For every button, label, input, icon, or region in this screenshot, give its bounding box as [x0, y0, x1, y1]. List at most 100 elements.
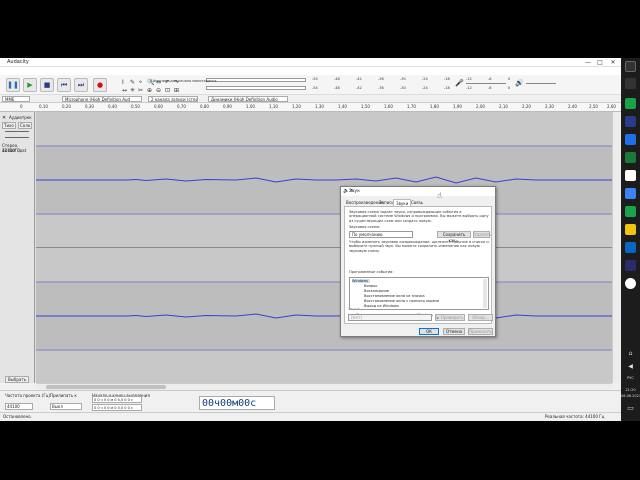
mouse-cursor-icon: ☝ — [437, 191, 442, 200]
skip-to-end-button[interactable]: ⏭ — [74, 78, 88, 92]
minimize-button[interactable]: — — [583, 59, 593, 66]
sound-dialog: 🔈 Звук ✕ Воспроизведение Запись Звуки Св… — [340, 186, 496, 337]
app-icon-2[interactable] — [625, 170, 636, 181]
list-item[interactable]: Windows — [352, 279, 371, 283]
apply-button[interactable]: Применить — [468, 328, 493, 335]
play-button[interactable]: ▶ — [23, 78, 37, 92]
skip-to-start-button[interactable]: ⏮ — [57, 78, 71, 92]
waveform-svg — [36, 112, 612, 383]
events-scrollbar[interactable] — [483, 279, 487, 308]
audacity-icon[interactable] — [625, 278, 636, 289]
stop-button[interactable]: ■ — [40, 78, 54, 92]
list-item[interactable]: Восклицание — [364, 289, 389, 293]
track-close-icon[interactable]: ✕ — [2, 115, 6, 121]
selection-end-input[interactable]: 0 0 ч 0 0 м 0 0,0 0 0 с — [92, 404, 142, 411]
selection-toolbar: Частота проекта (Гц) 44100 Прилипать к В… — [0, 390, 621, 412]
mute-button[interactable]: Тихо — [2, 122, 16, 129]
svg-text:✳: ✳ — [130, 87, 135, 93]
app-icon-4[interactable] — [625, 206, 636, 217]
app-icon-6[interactable] — [625, 260, 636, 271]
track-bitdepth-info: 32-бит float — [2, 148, 27, 153]
title-bar: Audacity — □ ✕ — [0, 58, 621, 67]
status-bar: Остановлено. Реальная частота: 44100 Гц — [0, 412, 621, 421]
recording-device-select[interactable]: Microphone (High Definition Aud — [62, 96, 142, 102]
taskbar: ⌂ ◀ РУС 21:20 06.06.2021 ▭ — [621, 58, 640, 421]
excel-icon[interactable] — [625, 152, 636, 163]
recording-channels-select[interactable]: 2 канала записи (стерео) — [148, 96, 198, 102]
gain-slider[interactable] — [5, 131, 29, 132]
search-icon[interactable] — [625, 78, 636, 89]
playback-meter-scale: -54 -48 -42 -36 -30 -24 -18 -12 -6 0 — [312, 86, 511, 90]
whatsapp-icon[interactable] — [625, 98, 636, 109]
actual-rate-text: Реальная частота: 44100 Гц — [545, 414, 605, 419]
pause-button[interactable]: ❚❚ — [6, 78, 20, 92]
delete-scheme-button[interactable]: Удалить — [473, 231, 492, 238]
maximize-button[interactable]: □ — [595, 59, 605, 66]
notification-icon[interactable]: ▭ — [625, 404, 636, 415]
transport-toolbar: ❚❚ ▶ ■ ⏮ ⏭ ● I ✎ ⚬ ↔ ✳ ✂ 🔍 ⇔ ↶ ↷ ⊕ ⊖ ⊡ ⊞ Щёлкните … — [0, 75, 621, 95]
browse-button[interactable]: Обзор... — [468, 314, 493, 321]
playback-meter[interactable] — [206, 86, 306, 90]
svg-text:⊖: ⊖ — [156, 87, 161, 93]
scheme-intro-text: Звуковая схема задает звуки, сопровождаю… — [349, 210, 489, 223]
program-events-list[interactable]: Windows Вопрос Восклицание Восстановлени… — [349, 277, 489, 310]
record-meter[interactable] — [206, 78, 306, 82]
dialog-title-bar: 🔈 Звук ✕ — [341, 187, 495, 196]
selection-start-input[interactable]: 0 0 ч 0 0 м 0 0,0 0 0 с — [92, 396, 142, 403]
solo-button[interactable]: Соло — [18, 122, 33, 129]
cancel-button[interactable]: Отмена — [443, 328, 465, 335]
svg-text:✂: ✂ — [138, 87, 143, 93]
events-label: Программные события: — [349, 270, 394, 274]
svg-text:⚬: ⚬ — [138, 79, 143, 86]
timeline-ruler[interactable]: 0 0,10 0,20 0,30 0,40 0,50 0,60 0,70 0,8… — [0, 103, 621, 112]
svg-text:⊡: ⊡ — [165, 87, 170, 93]
app-icon-3[interactable] — [625, 188, 636, 199]
pan-slider[interactable] — [5, 137, 29, 138]
device-toolbar: MME Microphone (High Definition Aud 2 ка… — [0, 95, 621, 103]
tab-communications[interactable]: Связь — [409, 199, 425, 206]
audio-host-select[interactable]: MME — [2, 96, 30, 102]
test-sound-button[interactable]: ▶ Проверить — [435, 314, 465, 321]
dialog-close-icon[interactable]: ✕ — [349, 189, 492, 194]
list-item[interactable]: Восстановление окна с полного экрана — [364, 299, 439, 303]
list-item[interactable]: Вопрос — [364, 284, 377, 288]
network-icon[interactable]: ⌂ — [625, 350, 636, 361]
start-icon[interactable] — [625, 61, 636, 72]
audacity-window: Audacity — □ ✕ Файл Правка Выделить Вид … — [0, 58, 621, 421]
volume-icon[interactable]: ◀ — [625, 363, 636, 374]
language-indicator[interactable]: РУС — [621, 376, 640, 380]
project-rate-label: Частота проекта (Гц) — [5, 393, 51, 398]
playback-volume-slider[interactable] — [526, 83, 556, 84]
horizontal-scroll-thumb[interactable] — [46, 385, 166, 389]
svg-text:⊕: ⊕ — [147, 87, 152, 93]
folder-icon[interactable] — [625, 224, 636, 235]
horizontal-scrollbar[interactable] — [36, 383, 612, 390]
vertical-scrollbar[interactable] — [612, 112, 621, 383]
sound-scheme-select[interactable]: По умолчанию — [349, 231, 413, 238]
close-button[interactable]: ✕ — [608, 59, 618, 66]
ok-button[interactable]: ОК — [419, 328, 439, 335]
scheme-hint-text: Чтобы изменить звуковое сопровождение, щ… — [349, 240, 489, 253]
window-title: Audacity — [7, 59, 29, 65]
sound-file-select[interactable]: (Нет) — [348, 314, 432, 321]
snap-label: Прилипать к — [50, 393, 77, 398]
app-icon-5[interactable] — [625, 242, 636, 253]
record-meter-label: Щёлкните для начала мониторинга — [150, 79, 217, 83]
playback-device-select[interactable]: Динамики (High Definition Audio — [208, 96, 288, 102]
save-as-button[interactable]: Сохранить как... — [437, 231, 471, 243]
snap-select[interactable]: Выкл — [50, 403, 82, 410]
select-track-button[interactable]: Выбрать — [5, 376, 30, 383]
track-name[interactable]: Аудиотрек — [9, 115, 32, 120]
waveform-area[interactable] — [36, 112, 612, 383]
project-rate-select[interactable]: 44100 — [5, 403, 33, 410]
audio-position-display[interactable]: 00ч00м00с — [199, 396, 275, 410]
record-button[interactable]: ● — [93, 78, 107, 92]
record-volume-slider[interactable] — [466, 83, 506, 84]
app-icon[interactable] — [625, 116, 636, 127]
browser-icon[interactable] — [625, 134, 636, 145]
clock-time[interactable]: 21:20 — [621, 388, 640, 392]
screen: Audacity — □ ✕ Файл Правка Выделить Вид … — [0, 0, 640, 480]
list-item[interactable]: Восстановление окна из значка — [364, 294, 425, 298]
svg-text:⊞: ⊞ — [174, 87, 179, 93]
clock-date[interactable]: 06.06.2021 — [621, 394, 640, 398]
